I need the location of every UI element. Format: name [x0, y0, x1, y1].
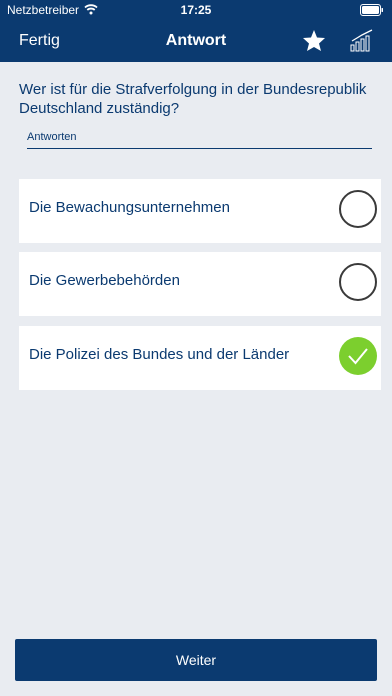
status-bar: Netzbetreiber 17:25 [0, 0, 392, 20]
stats-icon[interactable] [350, 29, 374, 58]
answer-option-2[interactable]: Die Gewerbebehörden [19, 252, 381, 316]
battery-icon [360, 4, 384, 19]
radio-unchecked-icon[interactable] [339, 263, 377, 301]
top-bar: Netzbetreiber 17:25 Fertig Antwort [0, 0, 392, 62]
status-time: 17:25 [180, 3, 212, 17]
question-text: Wer ist für die Strafverfolgung in der B… [19, 81, 367, 117]
answer-option-3[interactable]: Die Polizei des Bundes und der Länder [19, 326, 381, 390]
answer-option-label: Die Polizei des Bundes und der Länder [29, 346, 290, 363]
answers-label: Antworten [27, 131, 77, 143]
answer-option-label: Die Bewachungsunternehmen [29, 199, 230, 216]
next-button[interactable]: Weiter [15, 639, 377, 681]
star-icon[interactable] [302, 29, 326, 57]
answer-option-label: Die Gewerbebehörden [29, 272, 180, 289]
nav-bar: Fertig Antwort [0, 22, 392, 62]
radio-unchecked-icon[interactable] [339, 190, 377, 228]
page-title: Antwort [165, 32, 227, 49]
checkmark-icon[interactable] [339, 337, 377, 375]
answer-option-1[interactable]: Die Bewachungsunternehmen [19, 179, 381, 243]
answers-divider [27, 148, 372, 149]
